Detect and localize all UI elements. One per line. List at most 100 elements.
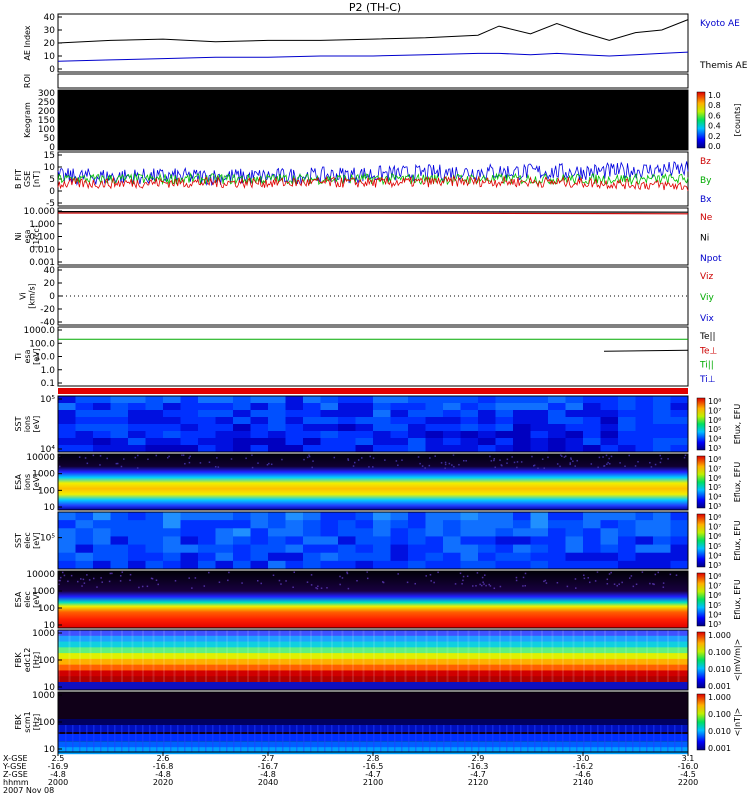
spectrogram-cell	[495, 560, 514, 570]
spectrogram-cell	[600, 512, 619, 521]
colorbar	[696, 455, 706, 509]
colorbar-tick: 10⁴	[708, 435, 721, 444]
spectrogram-cell	[408, 410, 426, 418]
spectrogram-cell	[565, 445, 584, 453]
y-tick-label: 40	[44, 266, 56, 276]
y-axis-label: Keogram	[23, 102, 32, 138]
spectrogram-cell	[653, 410, 671, 418]
series-teparpar	[603, 349, 689, 352]
fbk-stripe	[548, 725, 550, 752]
spectrogram-cell	[600, 438, 619, 446]
spectrogram-cell	[460, 536, 479, 546]
spectrogram-cell	[565, 536, 584, 546]
spectrogram-cell	[583, 438, 601, 446]
noise-dot	[501, 464, 503, 467]
colorbar	[696, 513, 706, 568]
noise-dot	[208, 461, 211, 463]
x-tick-label: 2020	[153, 778, 173, 787]
y-tick-label: 10⁵	[40, 395, 55, 405]
spectrogram-cell	[110, 431, 129, 439]
noise-dot	[417, 456, 420, 458]
fbk-stripe	[408, 725, 410, 752]
spectrogram-cell	[93, 403, 111, 411]
spectrogram-cell	[145, 424, 164, 432]
fbk-stripe	[464, 725, 466, 752]
spectrogram-cell	[233, 520, 251, 529]
spectrogram-cell	[285, 512, 304, 521]
y-axis-label: GSE	[23, 171, 32, 187]
fbk-stripe	[282, 725, 284, 752]
esa-elec-spectrogram	[58, 571, 688, 628]
fbk-stripe	[198, 725, 200, 752]
spectrogram-cell	[250, 403, 269, 411]
fbk-stripe	[177, 725, 179, 752]
fbk-stripe	[338, 725, 340, 752]
legend-density: Ni	[700, 234, 709, 244]
spectrogram-cell	[373, 445, 391, 453]
spectrogram-cell	[198, 410, 216, 418]
spectrogram-cell	[250, 512, 269, 521]
noise-dot	[444, 463, 447, 466]
spectrogram-cell	[110, 520, 129, 529]
colorbar-tick: 0.0	[708, 142, 721, 151]
spectrogram-cell	[163, 424, 181, 432]
spectrogram-cell	[478, 552, 496, 562]
spectrogram-cell	[530, 512, 549, 521]
spectrogram-cell	[338, 417, 356, 425]
fbk-stripe	[572, 630, 575, 682]
spectrogram-cell	[600, 520, 619, 529]
noise-dot	[357, 459, 360, 461]
y-tick-label: 0	[49, 187, 55, 197]
fbk-stripe	[436, 725, 438, 752]
noise-dot	[406, 581, 409, 584]
noise-dot	[454, 583, 457, 585]
noise-dot	[155, 454, 158, 457]
fbk-stripe	[520, 630, 522, 682]
fbk-stripe	[443, 725, 445, 752]
spectrogram-cell	[198, 544, 216, 554]
spectrogram-cell	[58, 520, 76, 529]
noise-dot	[311, 466, 313, 469]
fbk-stripe	[352, 630, 354, 682]
noise-dot	[433, 581, 435, 584]
spectrogram-cell	[355, 410, 374, 418]
panel-esa_i: 10000100010010ESA ions [eV]10⁸10⁷10⁶10⁵10⁴…	[14, 453, 742, 513]
noise-dot	[541, 458, 544, 460]
spectrogram-cell	[513, 403, 531, 411]
spectrogram-cell	[250, 410, 269, 418]
legend-velocity: Viy	[700, 293, 714, 303]
fbk-stripe	[457, 725, 459, 752]
fbk-stripe	[380, 725, 382, 752]
spectrogram-cell	[478, 424, 496, 432]
spectrogram-cell	[373, 424, 391, 432]
spectrogram-cell	[618, 410, 636, 418]
spectrogram-cell	[163, 520, 181, 529]
spectrogram-cell	[75, 403, 94, 411]
y-tick-label: 0.1	[41, 379, 55, 389]
spectrogram-cell	[373, 403, 391, 411]
noise-dot	[285, 580, 287, 582]
spectrogram-cell	[93, 438, 111, 446]
spectrogram-cell	[408, 528, 426, 537]
spectrogram-cell	[163, 528, 181, 537]
spectrogram-cell	[250, 560, 269, 570]
spectrogram-cell	[530, 536, 549, 546]
y-tick-label: 0	[49, 292, 55, 302]
spectrogram-cell	[145, 396, 164, 404]
spectrogram-cell	[513, 552, 531, 562]
noise-dot	[333, 456, 336, 459]
spectrogram-cell	[390, 544, 409, 554]
panel-sst_i: 10⁵10⁴SST ions [eV]10⁸10⁷10⁶10⁵10⁴10³Eflux…	[14, 395, 742, 455]
spectrogram-cell	[128, 552, 146, 562]
spectrogram-cell	[163, 410, 181, 418]
noise-dot	[618, 583, 620, 585]
ae-series	[57, 19, 689, 62]
spectrogram-cell	[320, 512, 339, 521]
fbk-stripe	[562, 630, 564, 682]
spectrogram-cell	[145, 560, 164, 570]
spectrogram-cell	[443, 445, 461, 453]
fbk-stripe	[289, 725, 291, 752]
noise-dot	[191, 587, 193, 589]
spectrogram-cell	[233, 403, 251, 411]
fbk-stripe	[604, 630, 606, 682]
